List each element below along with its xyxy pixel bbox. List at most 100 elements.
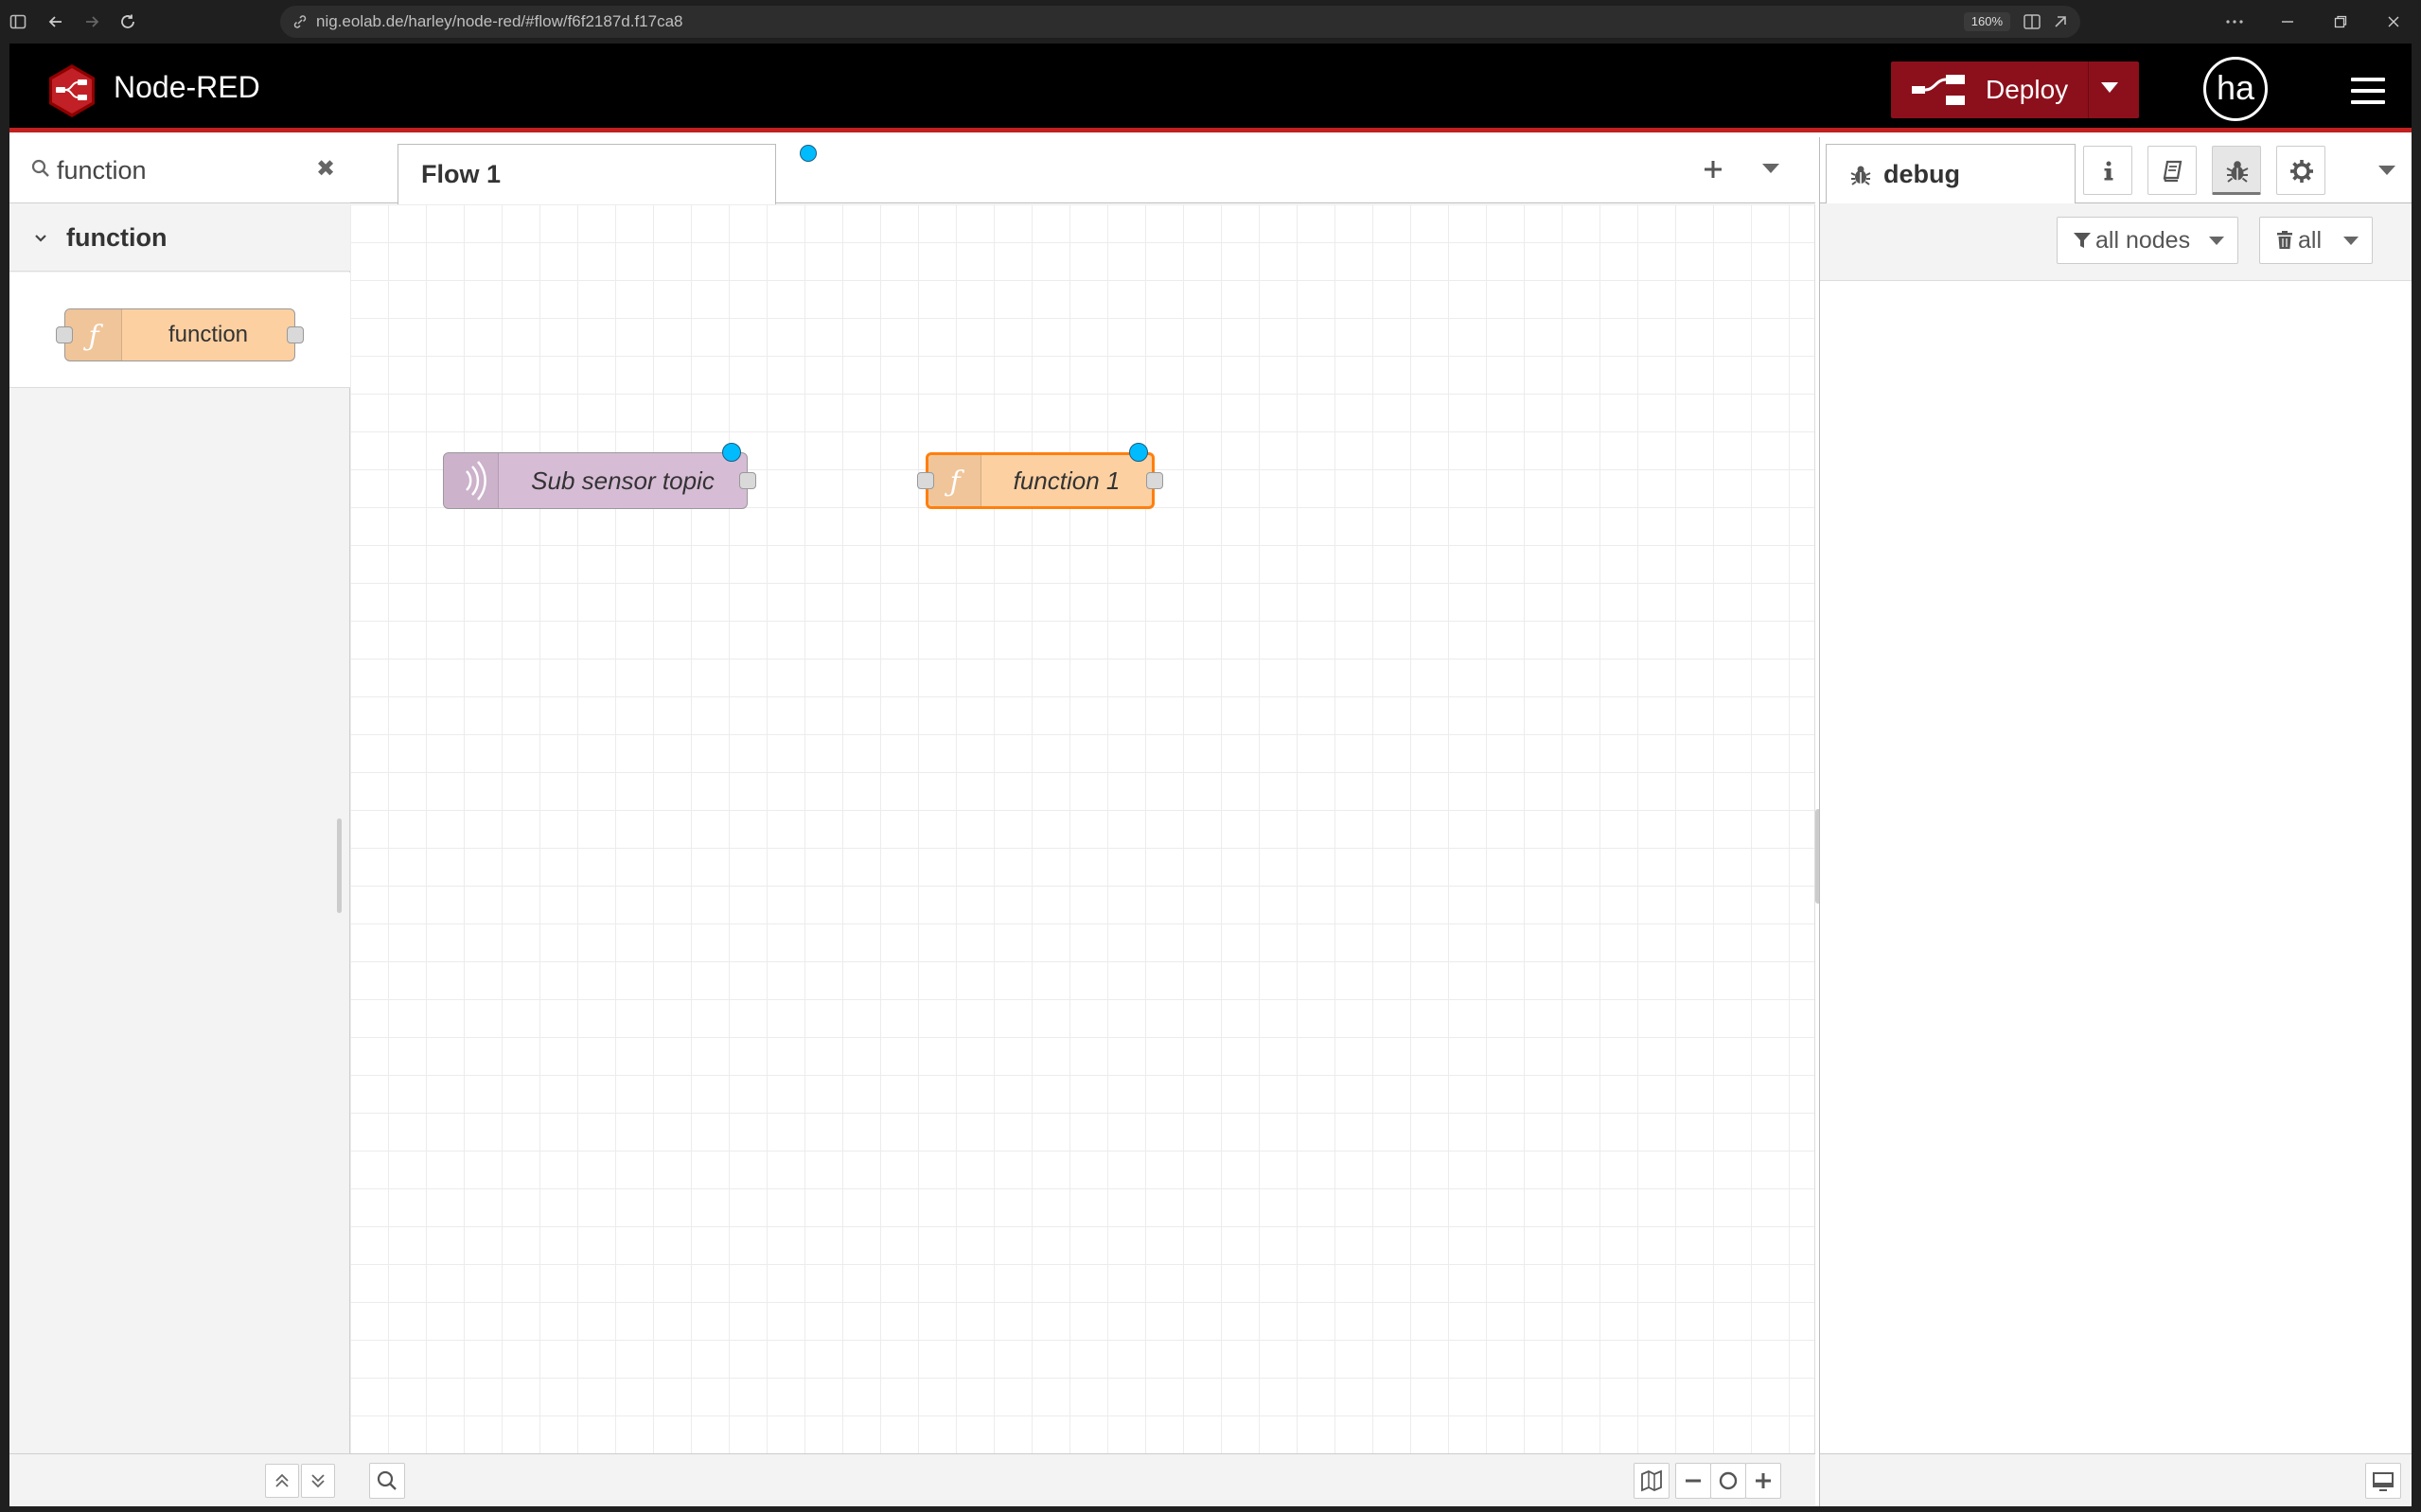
- deploy-label: Deploy: [1986, 75, 2069, 104]
- gear-icon: [2290, 160, 2313, 183]
- function-icon: ƒ: [65, 309, 122, 360]
- zoom-in-button[interactable]: [1745, 1463, 1781, 1499]
- bug-icon: [1850, 166, 1871, 185]
- function-icon: ƒ: [928, 455, 981, 506]
- debug-clear-select[interactable]: all: [2259, 217, 2373, 264]
- mqtt-icon: [444, 453, 499, 508]
- palette-node-function[interactable]: ƒ function: [56, 308, 304, 361]
- node-sub-sensor-topic[interactable]: Sub sensor topic: [443, 443, 756, 509]
- config-tab-button[interactable]: [2276, 146, 2325, 195]
- collapse-all-button[interactable]: [265, 1464, 299, 1498]
- expand-all-button[interactable]: [301, 1464, 335, 1498]
- sidebar-tabs: debug: [1820, 137, 2412, 204]
- site-info-icon[interactable]: [292, 13, 309, 30]
- info-tab-button[interactable]: [2083, 146, 2132, 195]
- palette-search: ✖: [9, 137, 350, 203]
- reload-icon[interactable]: [114, 8, 142, 36]
- deploy-menu-caret-icon[interactable]: [2101, 82, 2118, 93]
- workspace: Flow 1 Sub sensor topic ƒ function 1: [350, 137, 1821, 1506]
- workspace-tabs: Flow 1: [350, 137, 1815, 204]
- browser-toolbar: nig.eolab.de/harley/node-red/#flow/f6f21…: [0, 0, 2421, 44]
- sidebar-menu-caret-icon[interactable]: [2378, 166, 2395, 175]
- chevron-down-icon: [2209, 237, 2224, 245]
- restore-icon[interactable]: [2326, 8, 2355, 36]
- info-icon: [2104, 161, 2113, 181]
- tab-debug-label: debug: [1883, 160, 1960, 188]
- workspace-footer: [350, 1453, 1815, 1506]
- palette-search-input[interactable]: [57, 150, 303, 190]
- zoom-level-badge[interactable]: 160%: [1963, 12, 2010, 31]
- search-icon: [377, 1470, 397, 1490]
- add-flow-icon[interactable]: [1694, 150, 1732, 188]
- node-label: Sub sensor topic: [531, 466, 715, 495]
- url-text: nig.eolab.de/harley/node-red/#flow/f6f21…: [316, 12, 683, 30]
- debug-clear-label: all: [2298, 227, 2323, 254]
- main-menu-icon[interactable]: [2351, 78, 2385, 104]
- palette-category-function[interactable]: function: [9, 203, 350, 272]
- search-flows-button[interactable]: [369, 1463, 405, 1499]
- debug-filter-select[interactable]: all nodes: [2057, 217, 2238, 264]
- input-port: [56, 326, 73, 343]
- flow-canvas[interactable]: Sub sensor topic ƒ function 1: [350, 204, 1815, 1453]
- sidebar-toggle-icon[interactable]: [4, 8, 32, 36]
- trash-icon: [2277, 231, 2292, 249]
- copilot-icon[interactable]: [2050, 11, 2071, 32]
- tab-changed-indicator: [800, 145, 817, 162]
- node-changed-indicator: [1129, 443, 1148, 462]
- category-label: function: [66, 223, 168, 252]
- svg-text:ƒ: ƒ: [944, 466, 964, 499]
- sidebar: debug all nodes all: [1819, 137, 2412, 1506]
- output-port[interactable]: [1146, 472, 1163, 489]
- input-port[interactable]: [917, 472, 934, 489]
- tab-debug[interactable]: debug: [1826, 144, 2076, 204]
- minimize-icon[interactable]: [2273, 8, 2302, 36]
- zoom-reset-button[interactable]: [1710, 1463, 1746, 1499]
- circle-icon: [1719, 1471, 1738, 1490]
- plus-icon: [1756, 1473, 1771, 1488]
- search-icon: [31, 159, 49, 177]
- deploy-button[interactable]: Deploy: [1891, 62, 2139, 118]
- back-icon[interactable]: [42, 8, 70, 36]
- output-port[interactable]: [739, 472, 756, 489]
- node-red-logo-icon: [49, 64, 95, 117]
- palette-resize-handle[interactable]: [337, 818, 342, 913]
- open-debug-window-button[interactable]: [2365, 1463, 2401, 1499]
- debug-tab-button[interactable]: [2212, 146, 2261, 195]
- minus-icon: [1686, 1479, 1701, 1483]
- debug-filter-label: all nodes: [2095, 227, 2191, 254]
- help-tab-button[interactable]: [2147, 146, 2197, 195]
- flow-list-caret-icon[interactable]: [1762, 164, 1779, 173]
- chevron-down-icon: [2343, 237, 2359, 245]
- clear-search-icon[interactable]: ✖: [316, 156, 335, 183]
- double-chevron-up-icon: [275, 1473, 289, 1487]
- node-red-app: Node-RED Deploy ha ✖ function: [9, 44, 2412, 1506]
- double-chevron-down-icon: [311, 1474, 325, 1488]
- debug-toolbar: all nodes all: [1820, 203, 2412, 281]
- deploy-icon: [1912, 75, 1965, 105]
- user-avatar[interactable]: ha: [2203, 57, 2268, 121]
- close-window-icon[interactable]: [2379, 8, 2408, 36]
- more-options-icon[interactable]: [2220, 8, 2249, 36]
- deploy-divider: [2088, 62, 2089, 118]
- palette-category-content: ƒ function: [9, 273, 350, 388]
- filter-icon: [2074, 233, 2091, 248]
- book-icon: [2163, 160, 2182, 183]
- sidebar-footer: [1820, 1453, 2412, 1506]
- map-icon: [1641, 1469, 1662, 1492]
- svg-text:ƒ: ƒ: [82, 320, 103, 353]
- forward-icon[interactable]: [78, 8, 106, 36]
- node-function-1[interactable]: ƒ function 1: [917, 443, 1163, 509]
- reader-view-icon[interactable]: [2022, 11, 2042, 32]
- palette-node-label: function: [168, 322, 249, 347]
- address-bar[interactable]: nig.eolab.de/harley/node-red/#flow/f6f21…: [280, 6, 2080, 38]
- zoom-out-button[interactable]: [1675, 1463, 1711, 1499]
- app-header: Node-RED Deploy ha: [9, 44, 2412, 132]
- node-palette: ✖ function ƒ function: [9, 137, 350, 1506]
- chevron-down-icon: [35, 235, 46, 242]
- node-label: function 1: [1013, 466, 1121, 495]
- app-title: Node-RED: [114, 70, 260, 104]
- tab-flow-1[interactable]: Flow 1: [398, 144, 817, 204]
- output-port: [287, 326, 304, 343]
- navigator-button[interactable]: [1634, 1463, 1670, 1499]
- desktop-icon: [2373, 1472, 2394, 1491]
